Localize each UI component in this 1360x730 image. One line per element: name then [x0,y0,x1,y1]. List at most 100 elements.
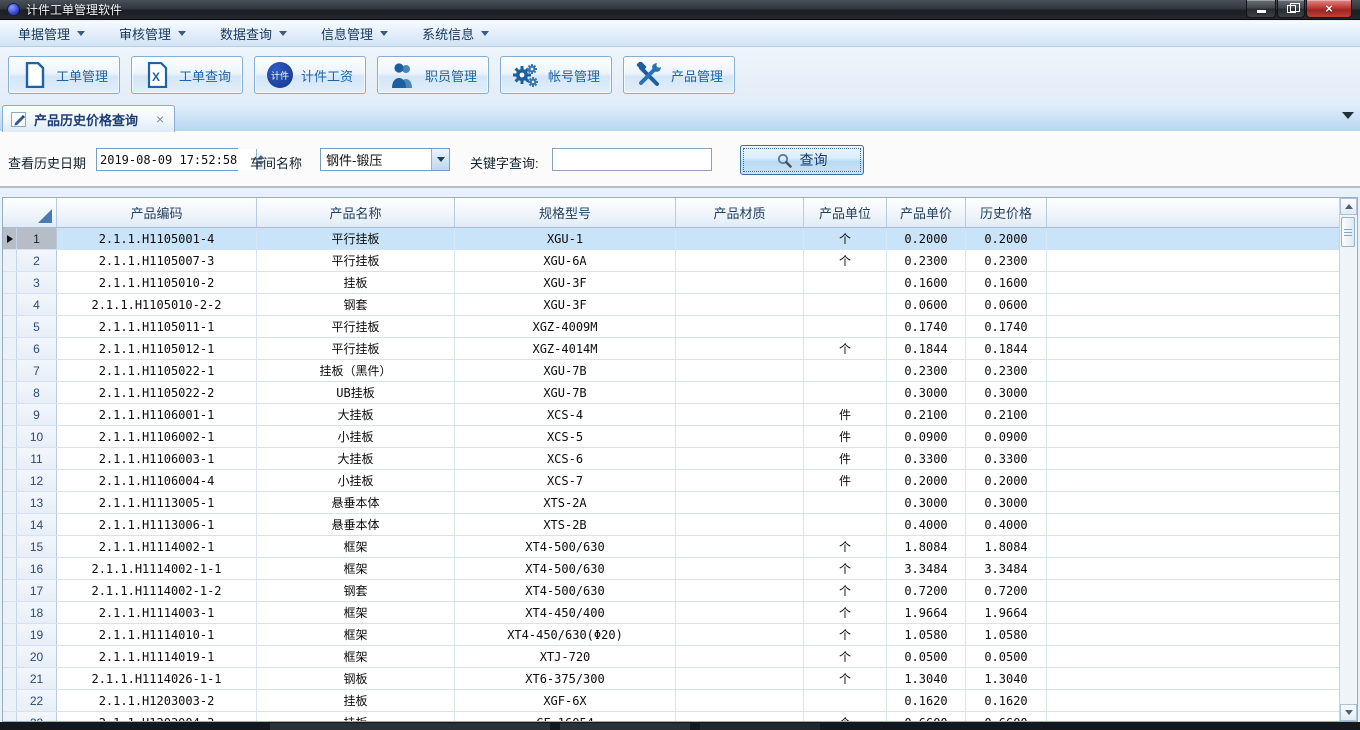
cell-history: 0.0900 [966,426,1047,447]
table-row[interactable]: 202.1.1.H1114019-1框架XTJ-720个0.05000.0500 [3,646,1339,668]
table-row[interactable]: 192.1.1.H1114010-1框架XT4-450/630(Φ20)个1.0… [3,624,1339,646]
cell-spec: XGF-6X [455,690,676,711]
product-manage-button[interactable]: 产品管理 [623,56,735,94]
restore-button[interactable] [1277,0,1305,18]
cell-name: 平行挂板 [257,338,455,359]
filler-cell [1047,514,1339,535]
table-row[interactable]: 162.1.1.H1114002-1-1框架XT4-500/630个3.3484… [3,558,1339,580]
cell-price: 0.3300 [887,448,966,469]
toolbar-button-label: 产品管理 [671,66,723,85]
workshop-dropdown[interactable]: 钢件-锻压 [320,148,450,171]
filler-cell [1047,228,1339,249]
table-row[interactable]: 132.1.1.H1113005-1悬垂本体XTS-2A0.30000.3000 [3,492,1339,514]
table-row[interactable]: 102.1.1.H1106002-1小挂板XCS-5件0.09000.0900 [3,426,1339,448]
table-row[interactable]: 122.1.1.H1106004-4小挂板XCS-7件0.20000.2000 [3,470,1339,492]
cell-spec: CF-16054 [455,712,676,721]
vertical-scrollbar[interactable] [1339,198,1357,721]
table-row[interactable]: 82.1.1.H1105022-2UB挂板XGU-7B0.30000.3000 [3,382,1339,404]
row-number-cell: 16 [17,558,57,579]
cell-spec: XTS-2B [455,514,676,535]
scroll-up-button[interactable] [1340,198,1357,215]
column-header-5[interactable]: 产品单价 [887,198,966,227]
minimize-button[interactable] [1246,0,1276,18]
table-row[interactable]: 92.1.1.H1106001-1大挂板XCS-4件0.21000.2100 [3,404,1339,426]
filler-cell [1047,646,1339,667]
column-header-6[interactable]: 历史价格 [966,198,1047,227]
table-row[interactable]: 112.1.1.H1106003-1大挂板XCS-6件0.33000.3300 [3,448,1339,470]
tab-close-icon[interactable]: × [156,112,164,126]
cell-price: 0.6600 [887,712,966,721]
cell-unit [804,316,887,337]
table-row[interactable]: 62.1.1.H1105012-1平行挂板XGZ-4014M个0.18440.1… [3,338,1339,360]
table-row[interactable]: 52.1.1.H1105011-1平行挂板XGZ-4009M0.17400.17… [3,316,1339,338]
table-row[interactable]: 152.1.1.H1114002-1框架XT4-500/630个1.80841.… [3,536,1339,558]
cell-history: 0.2100 [966,404,1047,425]
table-row[interactable]: 22.1.1.H1105007-3平行挂板XGU-6A个0.23000.2300 [3,250,1339,272]
table-row[interactable]: 182.1.1.H1114003-1框架XT4-450/400个1.96641.… [3,602,1339,624]
cell-material [676,558,804,579]
column-header-3[interactable]: 产品材质 [676,198,804,227]
column-header-1[interactable]: 产品名称 [257,198,455,227]
column-header-4[interactable]: 产品单位 [804,198,887,227]
menu-item-shuju[interactable]: 数据查询 [210,23,297,45]
date-picker [96,148,238,171]
cell-material [676,712,804,721]
table-row[interactable]: 72.1.1.H1105022-1挂板（黑件）XGU-7B0.23000.230… [3,360,1339,382]
select-all-header-cell[interactable] [3,198,57,227]
menu-item-xitong[interactable]: 系统信息 [412,23,499,45]
scrollbar-thumb[interactable] [1341,217,1355,247]
cell-material [676,624,804,645]
menu-label: 信息管理 [321,24,373,43]
toolbar-button-label: 工单查询 [179,66,231,85]
row-indicator-cell [3,272,17,293]
account-manage-button[interactable]: 帐号管理 [500,56,612,94]
search-button[interactable]: 查询 [740,145,864,175]
current-row-arrow-icon [7,235,13,243]
cell-spec: XGU-3F [455,294,676,315]
column-header-2[interactable]: 规格型号 [455,198,676,227]
row-number-cell: 1 [17,228,57,249]
cell-history: 0.6600 [966,712,1047,721]
filler-cell [1047,492,1339,513]
table-row[interactable]: 232.1.1.H1203004-3挂板CF-16054个0.66000.660… [3,712,1339,721]
table-row[interactable]: 42.1.1.H1105010-2-2钢套XGU-3F0.06000.0600 [3,294,1339,316]
staff-manage-button[interactable]: 职员管理 [377,56,489,94]
scroll-down-button[interactable] [1340,704,1357,721]
toolbar-button-label: 计件工资 [301,66,353,85]
close-button[interactable]: × [1306,0,1352,18]
data-grid: 产品编码产品名称规格型号产品材质产品单位产品单价历史价格 12.1.1.H110… [3,198,1339,721]
table-row[interactable]: 142.1.1.H1113006-1悬垂本体XTS-2B0.40000.4000 [3,514,1339,536]
cell-code: 2.1.1.H1105007-3 [57,250,257,271]
cell-price: 0.4000 [887,514,966,535]
tab-overflow-dropdown-icon[interactable] [1342,112,1354,119]
cell-history: 0.1620 [966,690,1047,711]
chevron-down-icon [380,31,388,36]
cell-code: 2.1.1.H1114019-1 [57,646,257,667]
cell-name: 平行挂板 [257,250,455,271]
menu-item-xinxi[interactable]: 信息管理 [311,23,398,45]
column-header-0[interactable]: 产品编码 [57,198,257,227]
menu-item-shenhe[interactable]: 审核管理 [109,23,196,45]
dropdown-button[interactable] [431,149,449,170]
row-number-cell: 20 [17,646,57,667]
cell-code: 2.1.1.H1114003-1 [57,602,257,623]
work-order-manage-button[interactable]: 工单管理 [8,56,120,94]
taskbar-strip [0,722,1360,730]
keyword-input[interactable] [552,148,712,171]
cell-spec: XT4-500/630 [455,580,676,601]
date-input[interactable] [97,149,256,170]
cell-history: 1.3040 [966,668,1047,689]
cell-material [676,294,804,315]
table-row[interactable]: 32.1.1.H1105010-2挂板XGU-3F0.16000.1600 [3,272,1339,294]
table-row[interactable]: 222.1.1.H1203003-2挂板XGF-6X0.16200.1620 [3,690,1339,712]
date-label: 查看历史日期 [8,153,86,172]
select-all-triangle-icon [38,209,52,223]
table-row[interactable]: 212.1.1.H1114026-1-1钢板XT6-375/300个1.3040… [3,668,1339,690]
cell-material [676,338,804,359]
menu-item-danju[interactable]: 单据管理 [8,23,95,45]
table-row[interactable]: 172.1.1.H1114002-1-2钢套XT4-500/630个0.7200… [3,580,1339,602]
table-row[interactable]: 12.1.1.H1105001-4平行挂板XGU-1个0.20000.2000 [3,228,1339,250]
tab-product-history-price[interactable]: 产品历史价格查询 × [2,105,175,132]
work-order-query-button[interactable]: X 工单查询 [131,56,243,94]
piecework-wage-button[interactable]: 计件 计件工资 [254,56,366,94]
